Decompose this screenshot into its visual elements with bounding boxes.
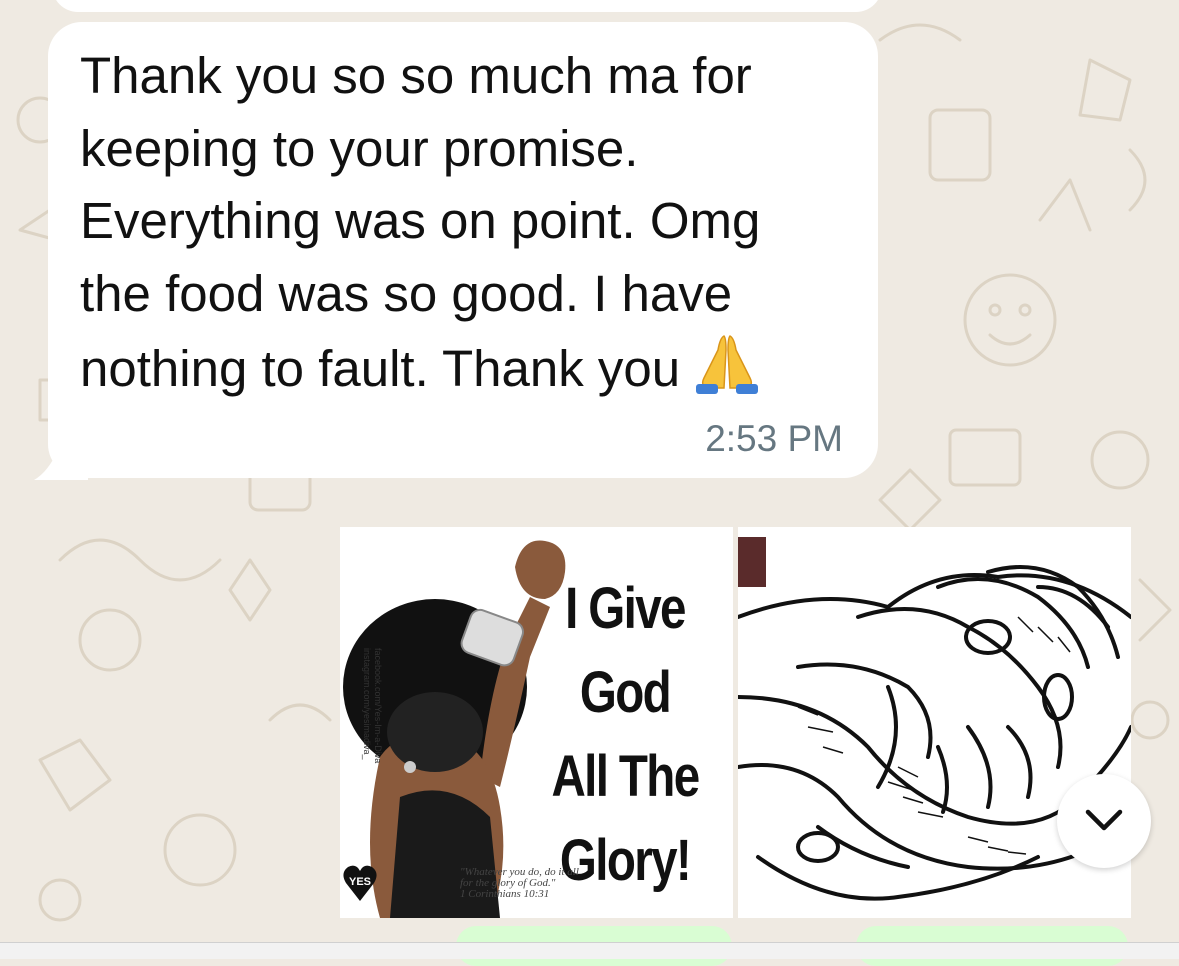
glory-title: I Give God All The Glory! xyxy=(539,567,711,903)
bible-quote: "Whatever you do, do it all for the glor… xyxy=(460,867,690,900)
logo-text: YES xyxy=(348,876,371,888)
glory-title-line: I Give xyxy=(565,576,686,641)
glory-title-line: God xyxy=(579,660,672,725)
handshake-image[interactable] xyxy=(738,527,1131,918)
glory-image[interactable]: I Give God All The Glory! "Whatever you … xyxy=(340,527,733,918)
message-line: nothing to fault. Thank you xyxy=(80,340,681,397)
message-line: Everything was on point. Omg xyxy=(80,192,761,249)
message-text: Thank you so so much ma for keeping to y… xyxy=(80,40,860,406)
chevron-down-icon xyxy=(1085,809,1123,831)
handshake-illustration xyxy=(738,527,1131,918)
message-line-last: nothing to fault. Thank you xyxy=(80,330,860,406)
quote-line: 1 Corinthians 10:31 xyxy=(460,888,550,900)
previous-message-bubble xyxy=(52,0,882,12)
message-line: Thank you so so much ma for xyxy=(80,47,752,104)
message-line: keeping to your promise. xyxy=(80,119,639,177)
credit-line: instagram.com/yesimadiva_ xyxy=(362,648,372,760)
input-bar-edge xyxy=(0,942,1179,959)
scroll-to-bottom-button[interactable] xyxy=(1057,774,1151,868)
glory-title-line: All The xyxy=(551,744,700,809)
credit-line: facebook.com/Yes-Im-a-Diva xyxy=(373,648,383,764)
folded-hands-icon xyxy=(696,335,759,394)
social-credit: facebook.com/Yes-Im-a-Diva instagram.com… xyxy=(361,648,383,848)
message-line: the food was so good. I have xyxy=(80,264,733,322)
message-timestamp: 2:53 PM xyxy=(705,418,843,459)
